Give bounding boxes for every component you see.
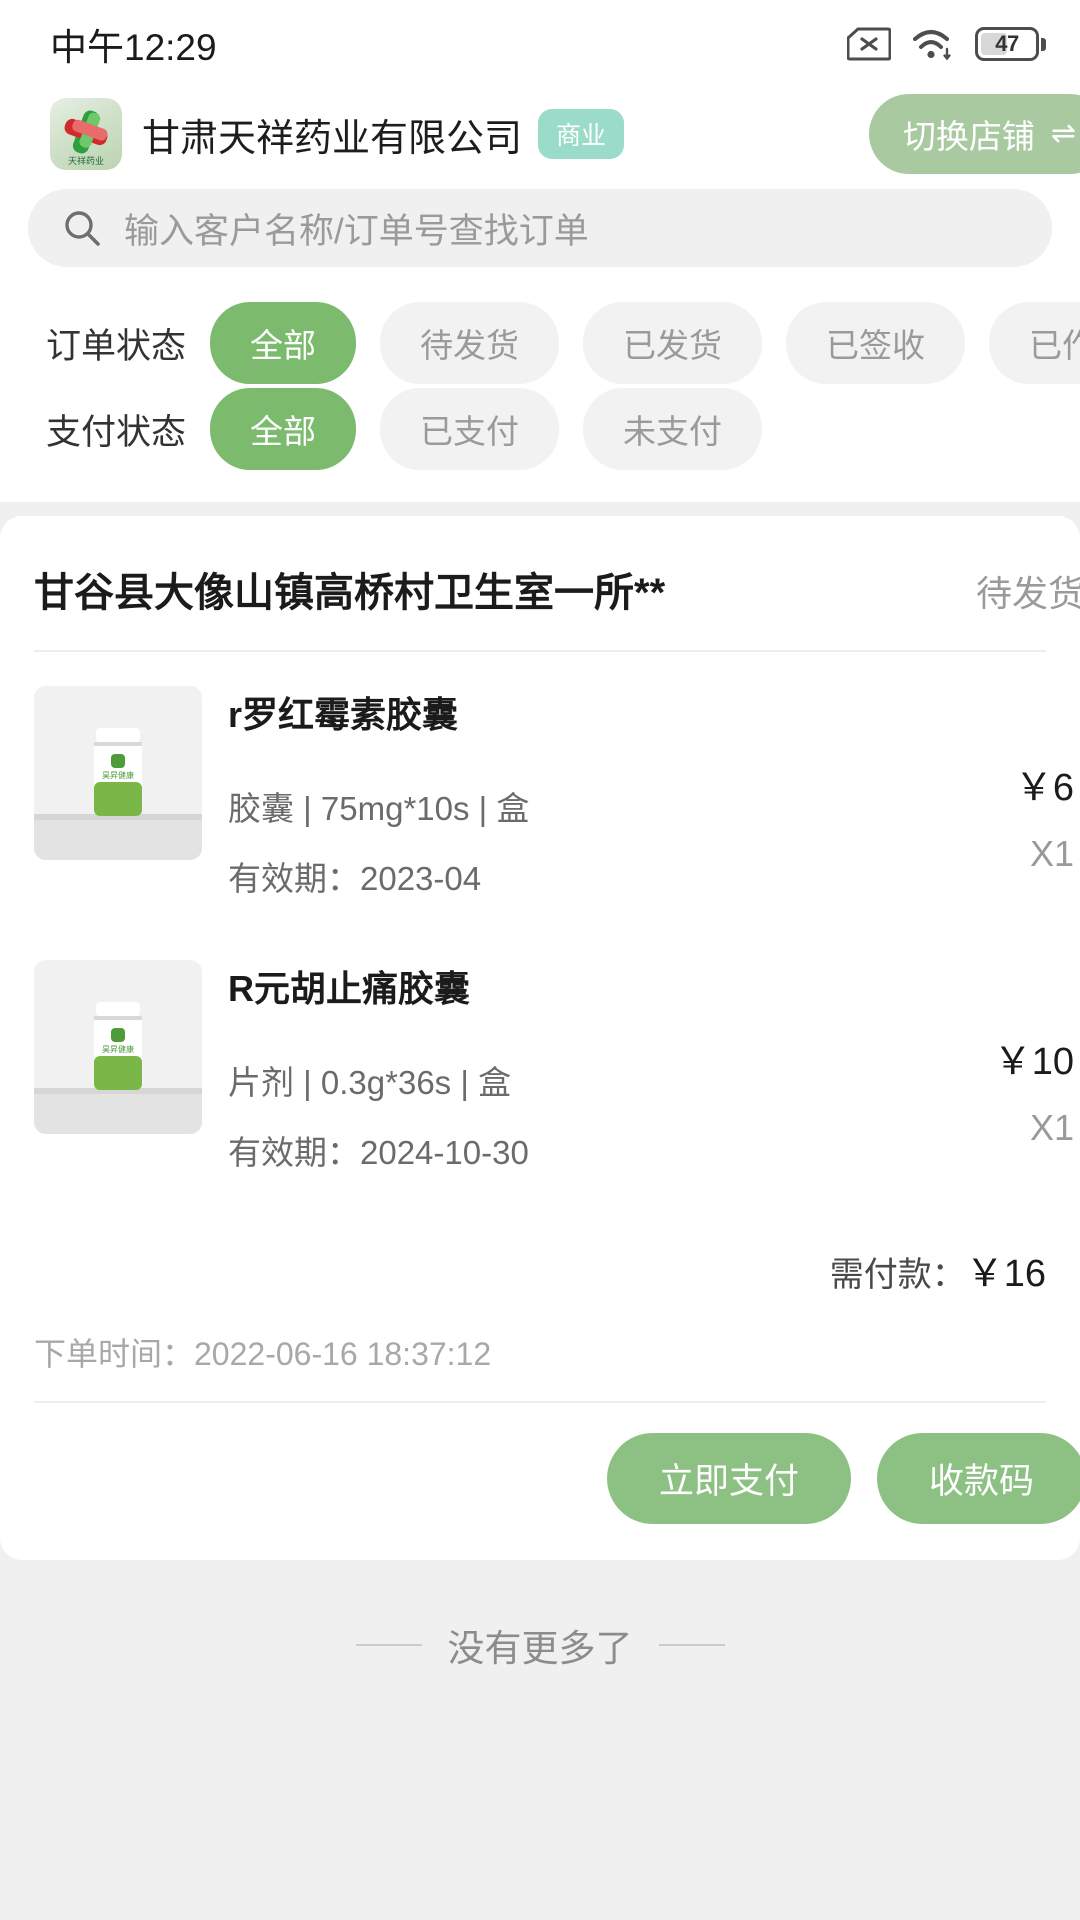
product-info: r罗红霉素胶囊 胶囊 | 75mg*10s | 盒 有效期：2023-04 xyxy=(228,686,1005,900)
battery-percent: 47 xyxy=(995,31,1019,56)
order-card[interactable]: 甘谷县大像山镇高桥村卫生室一所** 待发货 昊昇健康 r罗红霉素胶囊 胶囊 | … xyxy=(0,516,1080,1560)
order-item[interactable]: 昊昇健康 r罗红霉素胶囊 胶囊 | 75mg*10s | 盒 有效期：2023-… xyxy=(34,652,1074,926)
order-total-label: 需付款： xyxy=(829,1256,966,1294)
product-expiry: 有效期：2024-10-30 xyxy=(228,1134,529,1171)
switch-shop-button[interactable]: 切换店铺 ⇌ xyxy=(868,94,1080,174)
product-name: R元胡止痛胶囊 xyxy=(228,968,470,1009)
shop-logo-icon: 天祥药业 xyxy=(50,98,122,170)
chip-pay-status-0[interactable]: 全部 xyxy=(210,388,357,470)
svg-text:天祥药业: 天祥药业 xyxy=(68,155,104,166)
product-price: ￥10 xyxy=(993,1041,1074,1083)
chip-order-status-1[interactable]: 待发货 xyxy=(380,302,560,384)
pay-status-label: 支付状态 xyxy=(46,412,187,452)
no-more-footer: 没有更多了 xyxy=(0,1560,1080,1672)
chip-order-status-3[interactable]: 已签收 xyxy=(786,302,966,384)
shop-header: 天祥药业 甘肃天祥药业有限公司 商业 切换店铺 ⇌ xyxy=(0,88,1080,180)
chip-order-status-0[interactable]: 全部 xyxy=(210,302,357,384)
svg-text:昊昇健康: 昊昇健康 xyxy=(102,1044,134,1054)
order-item[interactable]: 昊昇健康 R元胡止痛胶囊 片剂 | 0.3g*36s | 盒 有效期：2024-… xyxy=(34,926,1074,1200)
search-input-container[interactable]: 输入客户名称/订单号查找订单 xyxy=(28,189,1052,267)
product-spec: 胶囊 | 75mg*10s | 盒 xyxy=(228,790,530,827)
svg-text:昊昇健康: 昊昇健康 xyxy=(102,770,134,780)
chip-pay-status-2[interactable]: 未支付 xyxy=(583,388,763,470)
product-name: r罗红霉素胶囊 xyxy=(228,694,459,735)
shop-type-badge: 商业 xyxy=(538,109,625,159)
pay-now-button[interactable]: 立即支付 xyxy=(606,1433,851,1524)
product-thumbnail: 昊昇健康 xyxy=(34,960,202,1134)
status-bar: 中午12:29 47 xyxy=(0,0,1080,88)
order-actions: 立即支付 收款码 xyxy=(34,1403,1080,1560)
phone-screen: 中午12:29 47 天祥药业 甘肃天祥药业有限公司 商业 切换店铺 ⇌ 输入客… xyxy=(0,0,1080,1920)
order-total-value: ￥16 xyxy=(965,1253,1046,1295)
order-list[interactable]: 甘谷县大像山镇高桥村卫生室一所** 待发货 昊昇健康 r罗红霉素胶囊 胶囊 | … xyxy=(0,502,1080,1920)
switch-shop-label: 切换店铺 xyxy=(902,118,1035,155)
order-time: 下单时间：2022-06-16 18:37:12 xyxy=(34,1336,492,1372)
product-quantity: X1 xyxy=(1029,833,1074,874)
product-spec: 片剂 | 0.3g*36s | 盒 xyxy=(228,1064,512,1101)
wifi-icon xyxy=(911,27,955,61)
order-header: 甘谷县大像山镇高桥村卫生室一所** 待发货 xyxy=(34,516,1080,650)
order-status-label: 订单状态 xyxy=(46,326,187,366)
qr-code-button[interactable]: 收款码 xyxy=(876,1433,1080,1524)
product-quantity: X1 xyxy=(1029,1107,1074,1148)
search-bar: 输入客户名称/订单号查找订单 xyxy=(0,180,1080,276)
order-customer-name: 甘谷县大像山镇高桥村卫生室一所** xyxy=(34,571,666,615)
no-more-text: 没有更多了 xyxy=(447,1628,633,1669)
search-input[interactable]: 输入客户名称/订单号查找订单 xyxy=(124,203,589,254)
shop-name: 甘肃天祥药业有限公司 xyxy=(142,117,523,160)
order-status-filter-row: 订单状态 全部 待发货 已发货 已签收 已作废 xyxy=(0,300,1080,386)
chip-order-status-2[interactable]: 已发货 xyxy=(583,302,763,384)
product-price-qty: ￥6 X1 xyxy=(1015,686,1074,875)
filter-section: 订单状态 全部 待发货 已发货 已签收 已作废 支付状态 全部 已支付 未支付 xyxy=(0,276,1080,502)
swap-arrows-icon: ⇌ xyxy=(1050,117,1076,150)
status-bar-icons: 47 xyxy=(846,27,1046,61)
order-status-badge: 待发货 xyxy=(975,573,1080,614)
search-icon xyxy=(62,208,102,248)
product-price-qty: ￥10 X1 xyxy=(994,960,1074,1149)
order-total: 需付款：￥16 xyxy=(34,1200,1046,1303)
divider-left xyxy=(355,1644,422,1646)
product-price: ￥6 xyxy=(1014,767,1074,809)
battery-icon: 47 xyxy=(975,27,1046,61)
pay-status-filter-row: 支付状态 全部 已支付 未支付 xyxy=(0,386,1080,472)
chip-pay-status-1[interactable]: 已支付 xyxy=(380,388,560,470)
order-status-chips: 全部 待发货 已发货 已签收 已作废 xyxy=(210,302,1080,384)
product-thumbnail: 昊昇健康 xyxy=(34,686,202,860)
divider-right xyxy=(658,1644,725,1646)
chip-order-status-4[interactable]: 已作废 xyxy=(989,302,1080,384)
status-bar-time: 中午12:29 xyxy=(50,27,217,68)
product-expiry: 有效期：2023-04 xyxy=(228,860,482,897)
pay-status-chips: 全部 已支付 未支付 xyxy=(210,388,763,470)
product-info: R元胡止痛胶囊 片剂 | 0.3g*36s | 盒 有效期：2024-10-30 xyxy=(228,960,984,1174)
sim-card-error-icon xyxy=(846,27,892,61)
